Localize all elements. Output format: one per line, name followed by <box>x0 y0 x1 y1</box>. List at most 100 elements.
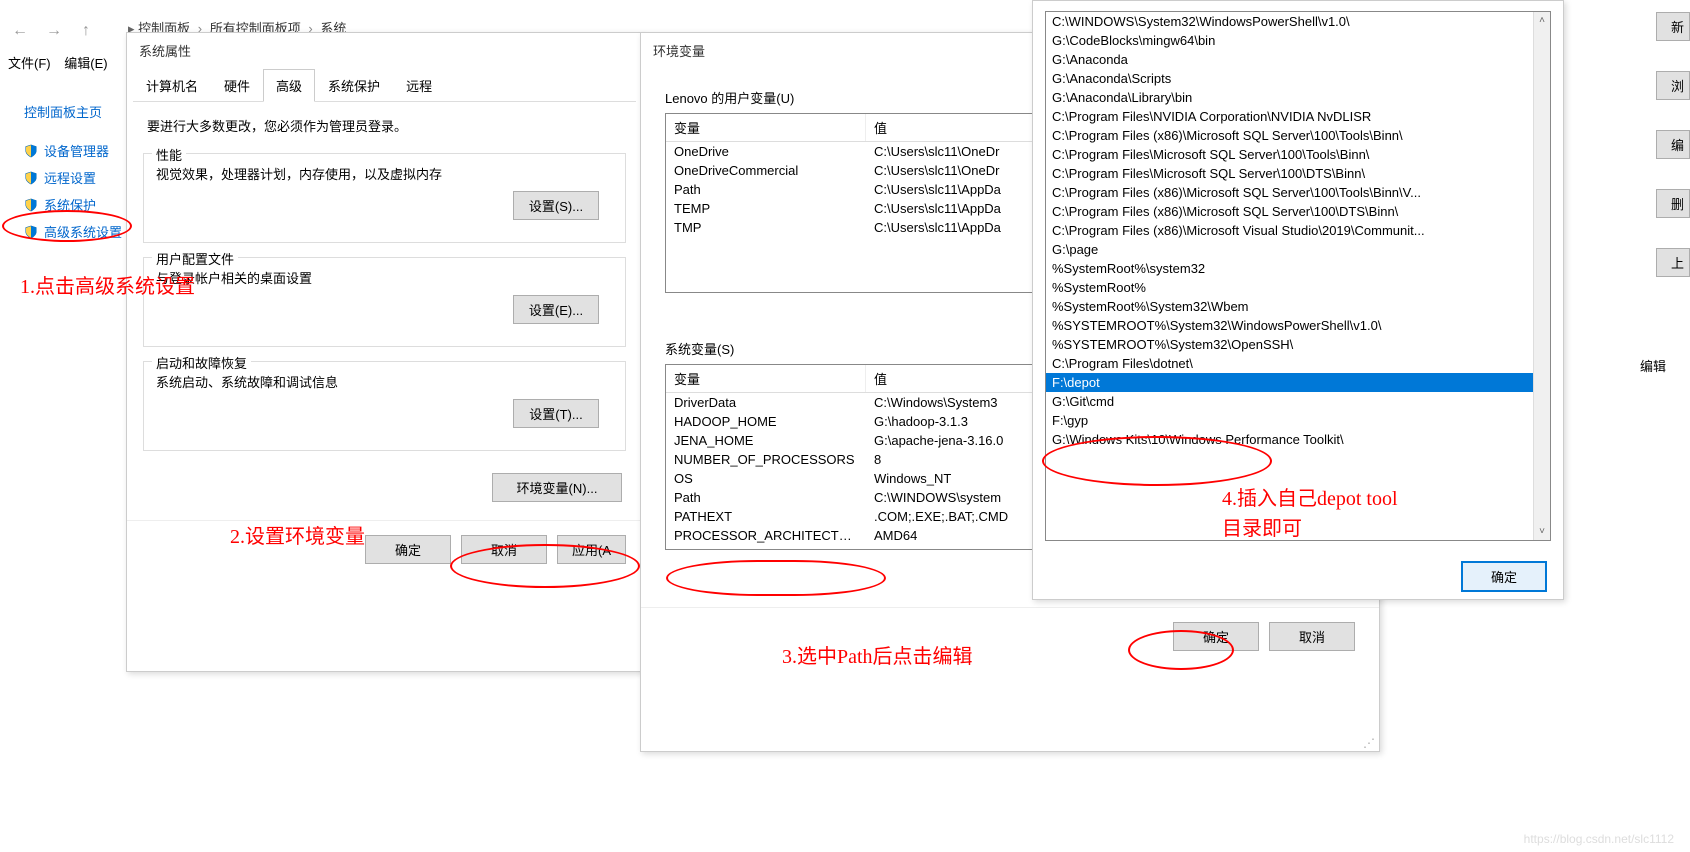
path-item[interactable]: C:\WINDOWS\System32\WindowsPowerShell\v1… <box>1046 12 1550 31</box>
tab-hardware[interactable]: 硬件 <box>211 69 263 102</box>
path-item[interactable]: %SYSTEMROOT%\System32\WindowsPowerShell\… <box>1046 316 1550 335</box>
path-item[interactable]: C:\Program Files\dotnet\ <box>1046 354 1550 373</box>
up-icon[interactable]: ↑ <box>82 22 90 40</box>
performance-group: 性能 视觉效果，处理器计划，内存使用，以及虚拟内存 设置(S)... <box>143 153 626 243</box>
shield-icon <box>24 198 38 212</box>
ok-button[interactable]: 确定 <box>1173 622 1259 651</box>
path-item[interactable]: G:\page <box>1046 240 1550 259</box>
path-editor-dialog: C:\WINDOWS\System32\WindowsPowerShell\v1… <box>1032 0 1564 600</box>
group-legend: 启动和故障恢复 <box>152 353 251 372</box>
path-item[interactable]: %SystemRoot%\System32\Wbem <box>1046 297 1550 316</box>
cell-var: HADOOP_HOME <box>666 412 866 431</box>
col-variable[interactable]: 变量 <box>666 114 866 141</box>
cell-var: OneDrive <box>666 142 866 161</box>
path-list[interactable]: C:\WINDOWS\System32\WindowsPowerShell\v1… <box>1045 11 1551 541</box>
startup-group: 启动和故障恢复 系统启动、系统故障和调试信息 设置(T)... <box>143 361 626 451</box>
sidebar-item-label: 系统保护 <box>44 195 96 214</box>
settings-button-s[interactable]: 设置(S)... <box>513 191 599 220</box>
path-item[interactable]: C:\Program Files (x86)\Microsoft SQL Ser… <box>1046 126 1550 145</box>
ok-button[interactable]: 确定 <box>365 535 451 564</box>
cell-var: DriverData <box>666 393 866 412</box>
sidebar: 控制面板主页 设备管理器 远程设置 系统保护 高级系统设置 <box>24 96 134 249</box>
cell-var: PROCESSOR_ARCHITECTURE <box>666 526 866 545</box>
intro-text: 要进行大多数更改，您必须作为管理员登录。 <box>127 102 642 139</box>
system-properties-dialog: 系统属性 计算机名 硬件 高级 系统保护 远程 要进行大多数更改，您必须作为管理… <box>126 32 643 672</box>
group-desc: 视觉效果，处理器计划，内存使用，以及虚拟内存 <box>156 164 613 183</box>
path-item[interactable]: C:\Program Files (x86)\Microsoft SQL Ser… <box>1046 202 1550 221</box>
cell-var: JENA_HOME <box>666 431 866 450</box>
path-item[interactable]: G:\CodeBlocks\mingw64\bin <box>1046 31 1550 50</box>
settings-button-e[interactable]: 设置(E)... <box>513 295 599 324</box>
cell-var: NUMBER_OF_PROCESSORS <box>666 450 866 469</box>
tab-protection[interactable]: 系统保护 <box>315 69 393 102</box>
watermark: https://blog.csdn.net/slc1112 <box>1524 832 1674 846</box>
right-button-column: 新 浏 编 删 上 <box>1656 12 1690 307</box>
cancel-button[interactable]: 取消 <box>1269 622 1355 651</box>
path-item[interactable]: %SystemRoot%\system32 <box>1046 259 1550 278</box>
sidebar-item-label: 设备管理器 <box>44 141 109 160</box>
menu-file[interactable]: 文件(F) <box>8 56 51 71</box>
path-item[interactable]: C:\Program Files\Microsoft SQL Server\10… <box>1046 145 1550 164</box>
env-vars-button[interactable]: 环境变量(N)... <box>492 473 622 502</box>
sidebar-item-protection[interactable]: 系统保护 <box>24 195 134 214</box>
resizer-icon[interactable]: ⋰ <box>1363 739 1375 747</box>
cell-var: PATHEXT <box>666 507 866 526</box>
path-item[interactable]: F:\gyp <box>1046 411 1550 430</box>
path-item[interactable]: G:\Git\cmd <box>1046 392 1550 411</box>
cell-var: Path <box>666 180 866 199</box>
side-btn-4[interactable]: 上 <box>1656 248 1690 277</box>
path-item[interactable]: G:\Anaconda\Scripts <box>1046 69 1550 88</box>
scrollbar[interactable]: ˄ ˅ <box>1533 12 1550 540</box>
tab-computer-name[interactable]: 计算机名 <box>133 69 211 102</box>
right-edit-label: 编辑 <box>1640 356 1690 375</box>
cell-var: TMP <box>666 218 866 237</box>
menu-edit[interactable]: 编辑(E) <box>64 56 107 71</box>
col-variable[interactable]: 变量 <box>666 365 866 392</box>
menu-bar: 文件(F) 编辑(E) <box>8 53 118 72</box>
shield-icon <box>24 144 38 158</box>
user-profile-group: 用户配置文件 与登录帐户相关的桌面设置 设置(E)... <box>143 257 626 347</box>
group-desc: 与登录帐户相关的桌面设置 <box>156 268 613 287</box>
path-item[interactable]: %SystemRoot% <box>1046 278 1550 297</box>
group-desc: 系统启动、系统故障和调试信息 <box>156 372 613 391</box>
side-btn-3[interactable]: 删 <box>1656 189 1690 218</box>
cancel-button[interactable]: 取消 <box>461 535 547 564</box>
forward-icon[interactable]: → <box>46 22 62 40</box>
path-item[interactable]: C:\Program Files (x86)\Microsoft SQL Ser… <box>1046 183 1550 202</box>
scroll-down-icon[interactable]: ˅ <box>1534 523 1550 540</box>
side-btn-1[interactable]: 浏 <box>1656 71 1690 100</box>
dialog-title: 系统属性 <box>127 33 642 68</box>
sidebar-item-remote[interactable]: 远程设置 <box>24 168 134 187</box>
path-item[interactable]: G:\Windows Kits\10\Windows Performance T… <box>1046 430 1550 449</box>
scroll-up-icon[interactable]: ˄ <box>1534 12 1550 29</box>
cell-var: OneDriveCommercial <box>666 161 866 180</box>
shield-icon <box>24 225 38 239</box>
tabs: 计算机名 硬件 高级 系统保护 远程 <box>133 68 636 102</box>
sidebar-item-label: 高级系统设置 <box>44 222 122 241</box>
sidebar-item-advanced-settings[interactable]: 高级系统设置 <box>24 222 134 241</box>
cell-var: TEMP <box>666 199 866 218</box>
cell-var: OS <box>666 469 866 488</box>
sidebar-item-device-manager[interactable]: 设备管理器 <box>24 141 134 160</box>
settings-button-t[interactable]: 设置(T)... <box>513 399 599 428</box>
back-icon[interactable]: ← <box>12 22 28 40</box>
side-btn-2[interactable]: 编 <box>1656 130 1690 159</box>
path-item[interactable]: C:\Program Files\NVIDIA Corporation\NVID… <box>1046 107 1550 126</box>
path-item[interactable]: %SYSTEMROOT%\System32\OpenSSH\ <box>1046 335 1550 354</box>
side-btn-0[interactable]: 新 <box>1656 12 1690 41</box>
cp-home-link[interactable]: 控制面板主页 <box>24 102 134 121</box>
group-legend: 用户配置文件 <box>152 249 238 268</box>
tab-advanced[interactable]: 高级 <box>263 69 315 102</box>
path-item[interactable]: F:\depot <box>1046 373 1550 392</box>
path-item[interactable]: C:\Program Files\Microsoft SQL Server\10… <box>1046 164 1550 183</box>
cell-var: Path <box>666 488 866 507</box>
path-item[interactable]: G:\Anaconda <box>1046 50 1550 69</box>
path-item[interactable]: C:\Program Files (x86)\Microsoft Visual … <box>1046 221 1550 240</box>
path-item[interactable]: G:\Anaconda\Library\bin <box>1046 88 1550 107</box>
apply-button[interactable]: 应用(A <box>557 535 626 564</box>
group-legend: 性能 <box>152 145 186 164</box>
ok-button[interactable]: 确定 <box>1461 561 1547 592</box>
shield-icon <box>24 171 38 185</box>
tab-remote[interactable]: 远程 <box>393 69 445 102</box>
sidebar-item-label: 远程设置 <box>44 168 96 187</box>
